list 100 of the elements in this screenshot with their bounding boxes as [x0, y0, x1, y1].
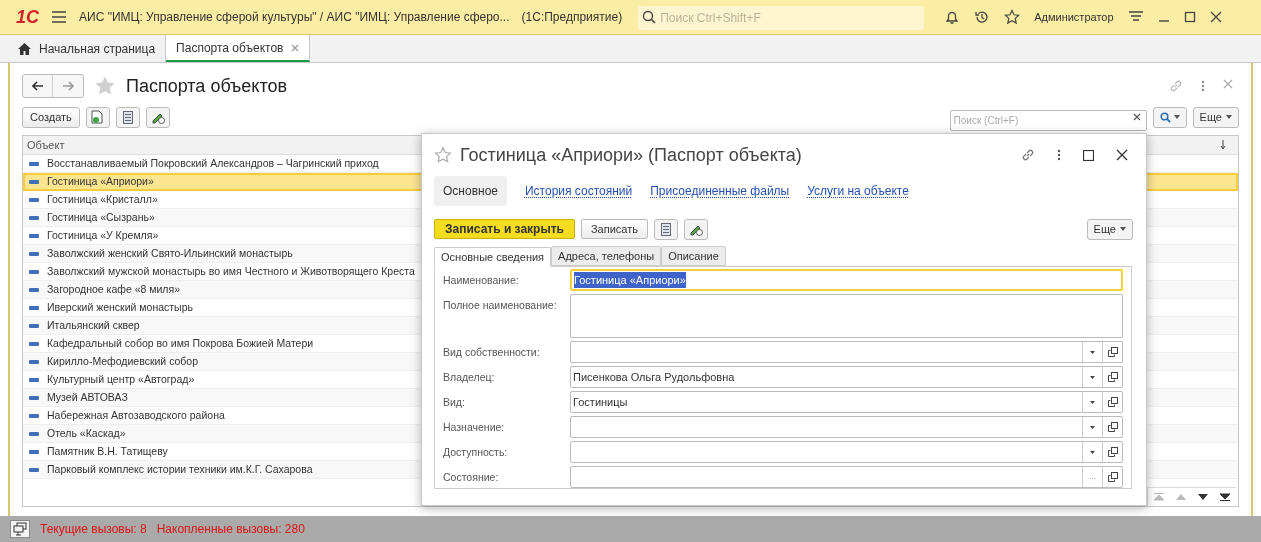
row-text: Восстанавливаемый Покровский Александров – Чагринский приход	[47, 155, 379, 171]
save-and-close-button[interactable]: Записать и закрыть	[434, 219, 575, 239]
dialog-title: Гостиница «Априори» (Паспорт объекта)	[460, 143, 802, 167]
row-text: Гостиница «Априори»	[47, 173, 154, 189]
star-icon[interactable]	[434, 146, 452, 164]
item-icon	[29, 377, 39, 382]
column-header[interactable]: Объект	[27, 136, 65, 154]
global-search-field[interactable]: Поиск Ctrl+Shift+F	[638, 6, 925, 30]
accumulated-calls: Накопленные вызовы: 280	[156, 521, 305, 538]
settings-menu-icon[interactable]	[1127, 10, 1144, 24]
section-link[interactable]: Присоединенные файлы	[650, 176, 790, 206]
list-button[interactable]	[115, 106, 140, 128]
user-name[interactable]: Администратор	[1034, 8, 1114, 26]
app-logo: 1С	[16, 5, 39, 29]
field-label: Вид:	[443, 395, 466, 410]
field-label: Назначение:	[443, 420, 506, 435]
last-page-icon[interactable]	[1219, 493, 1231, 501]
row-text: Культурный центр «Автоград»	[47, 371, 195, 387]
row-text: Заволжский женский Свято-Ильинский монастырь	[47, 245, 293, 261]
section-link[interactable]: Основное	[434, 176, 507, 206]
row-text: Итальянский сквер	[47, 317, 140, 333]
caret-icon	[1090, 400, 1095, 404]
search-button[interactable]	[1152, 106, 1187, 128]
close-icon[interactable]	[1116, 149, 1128, 161]
page-down-icon[interactable]	[1197, 493, 1209, 501]
section-link[interactable]: История состояний	[525, 176, 633, 206]
item-icon	[29, 413, 39, 418]
more-icon[interactable]	[1201, 79, 1205, 93]
link-icon[interactable]	[1021, 148, 1035, 162]
app-name: (1С:Предприятие)	[521, 9, 623, 26]
item-icon	[29, 359, 39, 364]
input-field[interactable]	[570, 294, 1123, 338]
search-icon	[1159, 111, 1171, 123]
caret-icon	[1173, 115, 1180, 119]
edit-history-button[interactable]	[145, 106, 170, 128]
menu-icon[interactable]	[51, 11, 67, 23]
input-field[interactable]	[570, 416, 1123, 438]
row-text: Парковый комплекс истории техники им.К.Г. Сахарова	[47, 461, 313, 477]
caret-icon	[1090, 375, 1095, 379]
item-icon	[29, 251, 39, 256]
row-text: Загородное кафе «8 миля»	[47, 281, 180, 297]
open-window-icon	[1107, 472, 1118, 482]
row-text: Заволжский мужской монастырь во имя Честного и Животворящего Креста	[47, 263, 415, 279]
sort-arrow-icon[interactable]	[1220, 140, 1226, 150]
monitor-icon[interactable]	[10, 520, 30, 538]
star-icon[interactable]	[1004, 9, 1021, 25]
input-field[interactable]: Гостиница «Априори»	[570, 269, 1123, 291]
item-icon	[29, 215, 39, 220]
form-tab[interactable]: Описание	[661, 246, 726, 266]
item-icon	[29, 431, 39, 436]
page-title: Паспорта объектов	[126, 74, 288, 98]
item-icon	[29, 449, 39, 454]
form-tab[interactable]: Адреса, телефоны	[551, 246, 662, 266]
input-field[interactable]: Гостиницы	[570, 391, 1123, 413]
item-icon	[29, 305, 39, 310]
row-text: Музей АВТОВАЗ	[47, 389, 128, 405]
create-button[interactable]: Создать	[22, 106, 80, 128]
item-icon	[29, 395, 39, 400]
row-text: Гостиница «У Кремля»	[47, 227, 159, 243]
item-icon	[29, 197, 39, 202]
section-link[interactable]: Услуги на объекте	[807, 176, 909, 206]
item-icon	[29, 179, 39, 184]
item-icon	[29, 467, 39, 472]
row-text: Иверский женский монастырь	[47, 299, 193, 315]
caret-icon	[1226, 115, 1232, 119]
caret-icon	[1090, 450, 1095, 454]
field-label: Вид собственности:	[443, 345, 541, 360]
input-field[interactable]	[570, 341, 1123, 363]
search-icon	[642, 10, 657, 24]
left-arrow-icon	[31, 81, 44, 91]
input-field[interactable]	[570, 441, 1123, 463]
close-icon[interactable]	[1209, 11, 1222, 23]
form-tab[interactable]: Основные сведения	[434, 247, 552, 267]
star-icon[interactable]	[94, 75, 116, 97]
open-window-icon	[1107, 372, 1118, 382]
edit-history-button[interactable]	[683, 218, 708, 240]
item-icon	[29, 233, 39, 238]
current-calls: Текущие вызовы: 8	[40, 521, 147, 538]
more-button[interactable]: Еще	[1086, 218, 1133, 240]
field-label: Полное наименование:	[443, 298, 558, 313]
history-icon[interactable]	[974, 9, 991, 25]
row-text: Отель «Каскад»	[47, 425, 126, 441]
row-text: Гостиница «Сызрань»	[47, 209, 155, 225]
tab[interactable]: Паспорта объектов	[166, 35, 311, 62]
list-search-field[interactable]: Поиск (Ctrl+F)	[949, 109, 1147, 131]
row-text: Памятник В.Н. Татищеву	[47, 443, 168, 459]
maximize-icon[interactable]	[1083, 149, 1094, 161]
save-button[interactable]: Записать	[580, 219, 648, 239]
clear-icon[interactable]	[1132, 112, 1141, 121]
field-label: Владелец:	[443, 370, 496, 385]
more-button[interactable]: Еще	[1192, 106, 1239, 128]
item-icon	[29, 287, 39, 292]
bell-icon[interactable]	[944, 9, 961, 25]
maximize-icon[interactable]	[1183, 11, 1196, 23]
list-button[interactable]	[653, 218, 678, 240]
more-icon[interactable]	[1057, 148, 1061, 162]
right-arrow-icon	[62, 81, 74, 91]
row-text: Набережная Автозаводского района	[47, 407, 225, 423]
copy-button[interactable]	[85, 106, 110, 128]
input-field[interactable]: Писенкова Ольга Рудольфовна	[570, 366, 1123, 388]
